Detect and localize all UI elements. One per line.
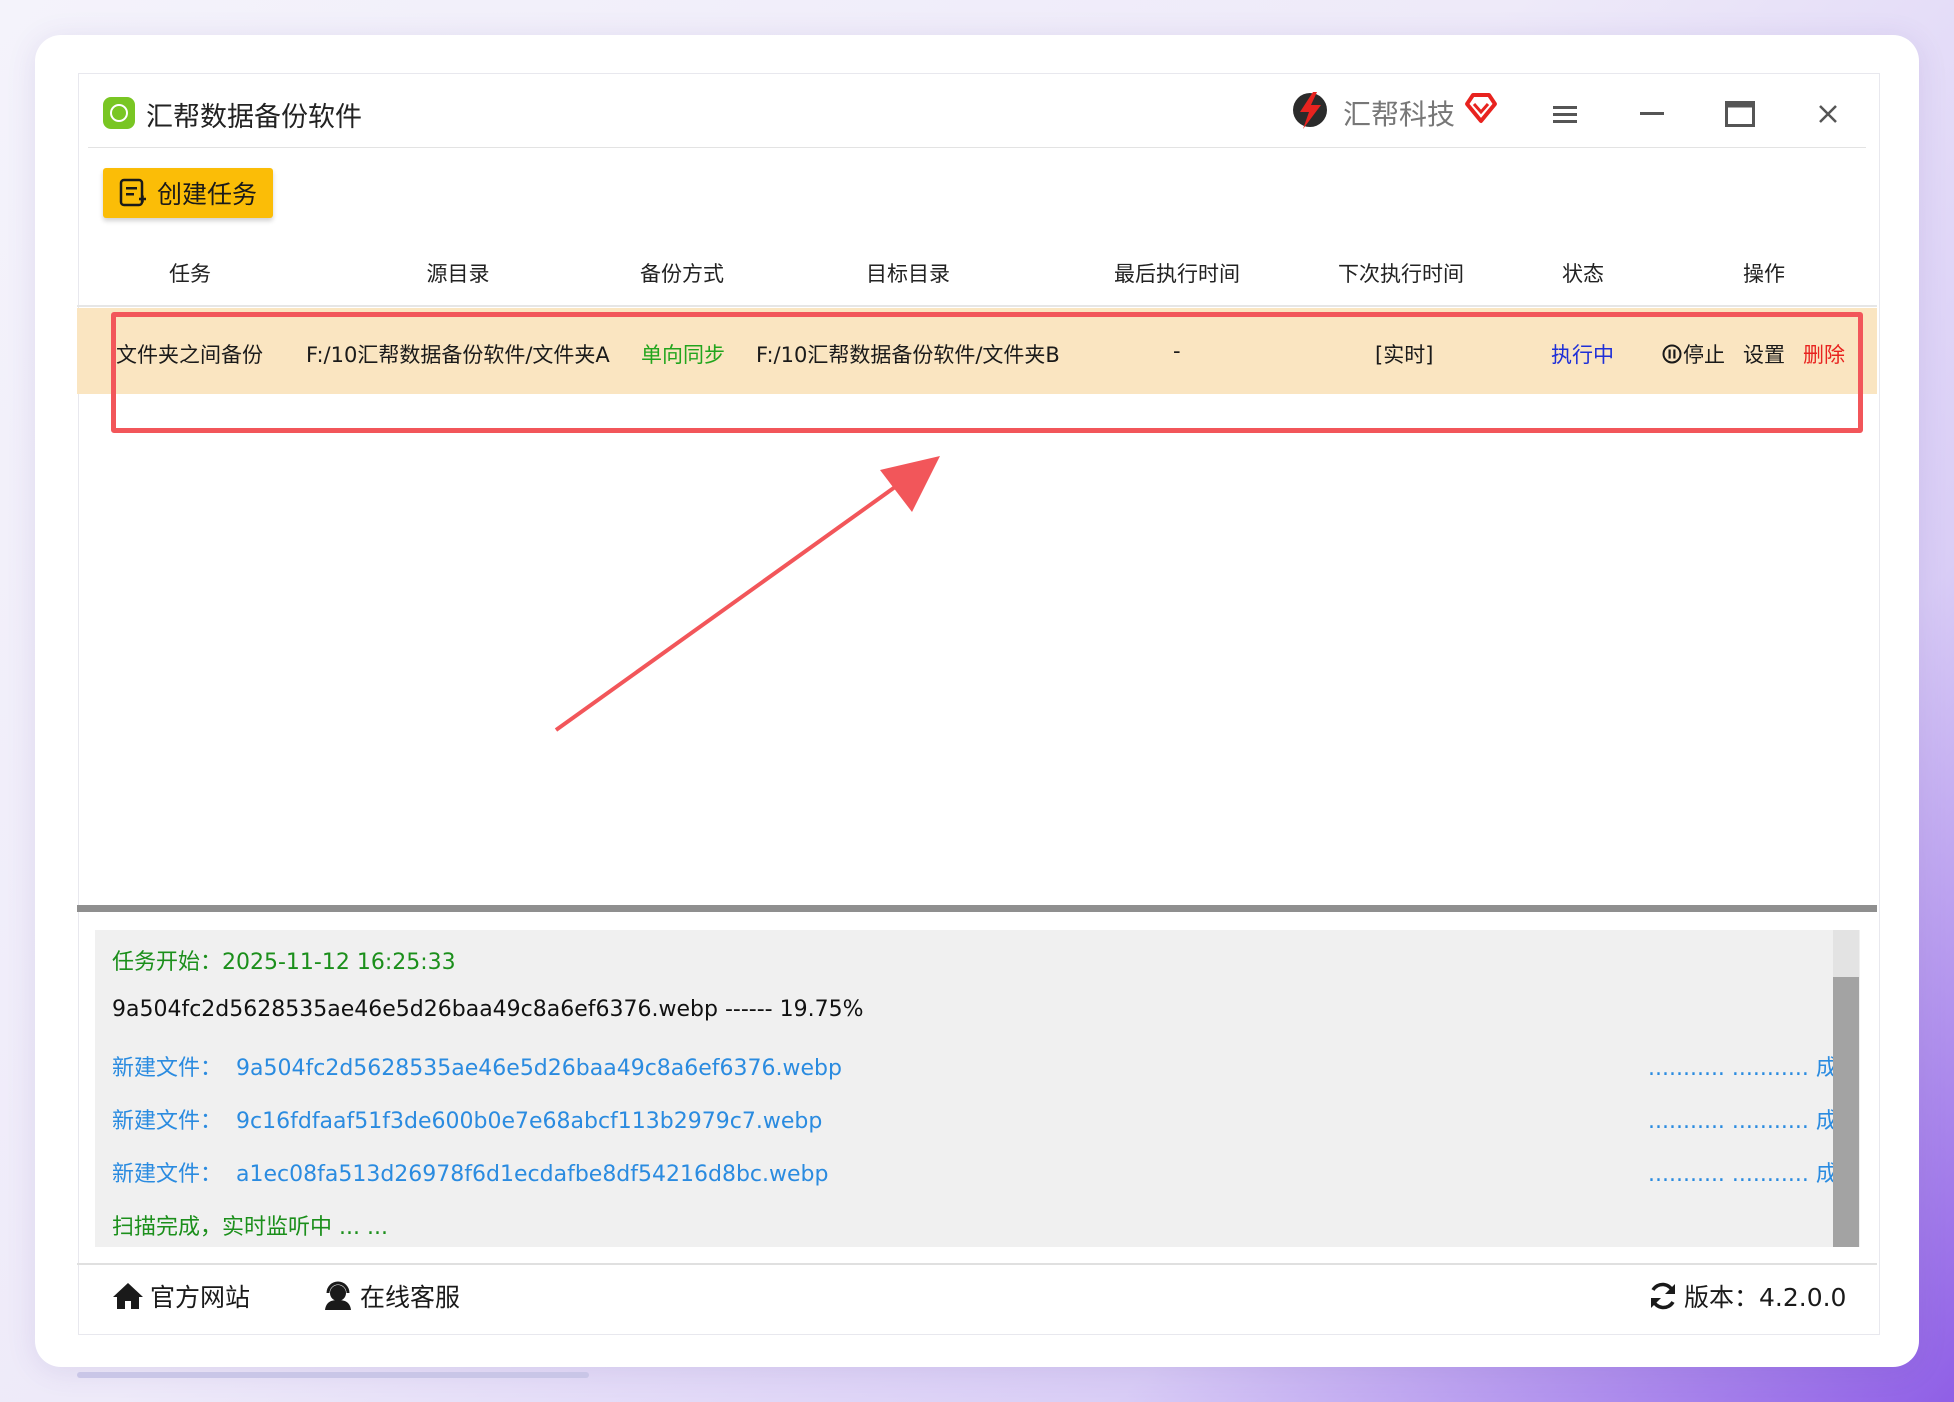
log-entry: 新建文件： 9c16fdfaaf51f3de600b0e7e68abcf113b… bbox=[112, 1103, 822, 1135]
brand-logo-icon bbox=[1293, 92, 1327, 129]
create-task-button[interactable]: 创建任务 bbox=[103, 168, 273, 218]
maximize-icon bbox=[1725, 101, 1755, 127]
log-entry-label: 新建文件： bbox=[112, 1056, 223, 1081]
log-entry: 新建文件： a1ec08fa513d26978f6d1ecdafbe8df542… bbox=[112, 1156, 828, 1188]
vip-diamond-icon[interactable] bbox=[1464, 90, 1498, 124]
app-logo-icon bbox=[103, 97, 135, 129]
online-support-label: 在线客服 bbox=[360, 1283, 461, 1312]
col-header-target: 目标目录 bbox=[866, 262, 950, 286]
log-entry-result: ........... ........... 成功 bbox=[1648, 1109, 1860, 1134]
header-divider bbox=[77, 305, 1877, 307]
refresh-icon bbox=[1651, 1282, 1675, 1310]
col-header-actions: 操作 bbox=[1743, 262, 1785, 286]
log-entry-result: ........... ........... 成功 bbox=[1648, 1162, 1860, 1187]
minimize-icon bbox=[1640, 112, 1664, 115]
log-entry-result: ........... ........... 成功 bbox=[1648, 1056, 1860, 1081]
online-support-link[interactable]: 在线客服 bbox=[322, 1278, 460, 1314]
version-check[interactable]: 版本：4.2.0.0 bbox=[1648, 1278, 1846, 1314]
annotation-highlight-box bbox=[111, 312, 1863, 433]
col-header-status: 状态 bbox=[1562, 262, 1604, 286]
annotation-arrow bbox=[554, 456, 940, 732]
official-website-link[interactable]: 官方网站 bbox=[112, 1278, 250, 1314]
col-header-source: 源目录 bbox=[426, 262, 490, 286]
log-scrollbar-thumb[interactable] bbox=[1833, 977, 1859, 1247]
close-button[interactable] bbox=[1800, 86, 1856, 142]
col-header-mode: 备份方式 bbox=[640, 262, 724, 286]
log-entry-label: 新建文件： bbox=[112, 1109, 223, 1134]
panel-splitter[interactable] bbox=[77, 905, 1877, 912]
version-label: 版本：4.2.0.0 bbox=[1684, 1283, 1847, 1312]
menu-button[interactable] bbox=[1537, 86, 1593, 142]
log-entry-label: 新建文件： bbox=[112, 1162, 223, 1187]
support-agent-icon bbox=[325, 1281, 351, 1310]
log-entry: 新建文件： 9a504fc2d5628535ae46e5d26baa49c8a6… bbox=[112, 1050, 842, 1082]
maximize-button[interactable] bbox=[1712, 86, 1768, 142]
log-entry-file: 9c16fdfaaf51f3de600b0e7e68abcf113b2979c7… bbox=[236, 1109, 823, 1134]
hamburger-icon bbox=[1553, 106, 1577, 123]
footer-divider bbox=[77, 1263, 1877, 1265]
log-progress: 9a504fc2d5628535ae46e5d26baa49c8a6ef6376… bbox=[112, 997, 864, 1022]
log-task-start: 任务开始：2025-11-12 16:25:33 bbox=[112, 950, 456, 975]
log-panel bbox=[95, 930, 1860, 1247]
create-task-icon bbox=[119, 178, 146, 207]
close-icon bbox=[1819, 105, 1837, 123]
window-scroll-indicator bbox=[77, 1372, 589, 1378]
log-entry-file: 9a504fc2d5628535ae46e5d26baa49c8a6ef6376… bbox=[236, 1056, 842, 1081]
title-divider bbox=[88, 147, 1866, 148]
brand-name: 汇帮科技 bbox=[1343, 98, 1456, 131]
log-scan-complete: 扫描完成，实时监听中 ... ... bbox=[112, 1215, 388, 1240]
col-header-next-run: 下次执行时间 bbox=[1338, 262, 1464, 286]
col-header-last-run: 最后执行时间 bbox=[1114, 262, 1240, 286]
home-icon bbox=[113, 1283, 143, 1309]
app-title: 汇帮数据备份软件 bbox=[146, 102, 362, 133]
log-entry-file: a1ec08fa513d26978f6d1ecdafbe8df54216d8bc… bbox=[236, 1162, 829, 1187]
create-task-label: 创建任务 bbox=[157, 180, 258, 209]
minimize-button[interactable] bbox=[1624, 86, 1680, 142]
col-header-task: 任务 bbox=[169, 262, 211, 286]
official-website-label: 官方网站 bbox=[150, 1283, 251, 1312]
